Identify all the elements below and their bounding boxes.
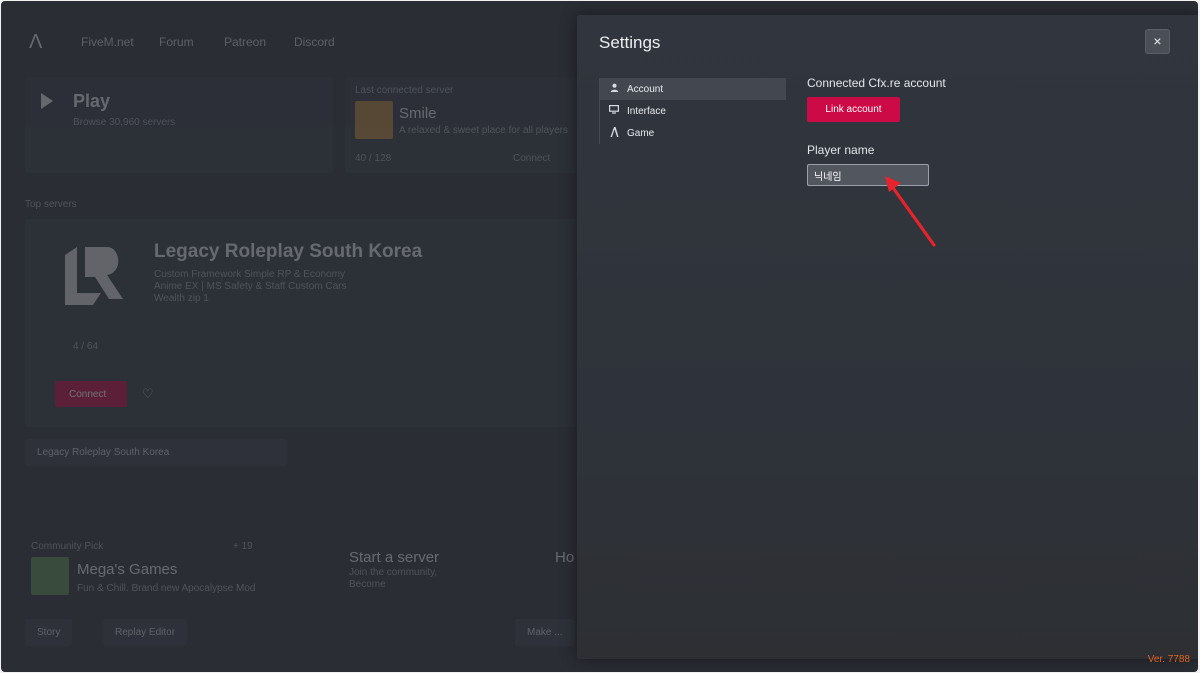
make-button[interactable]: Make ... [515, 619, 575, 646]
settings-title: Settings [599, 33, 661, 52]
start-server-desc-2: Become [349, 579, 386, 590]
tab-game[interactable]: Game [600, 122, 786, 144]
close-button[interactable]: × [1145, 29, 1170, 54]
app-logo-icon: Λ [29, 31, 43, 53]
play-card[interactable]: Play Browse 30,960 servers [25, 77, 333, 173]
top-server-desc-line-2: Anime EX | MS Safety & Staff Custom Cars [154, 281, 347, 292]
nav-link-discord[interactable]: Discord [294, 35, 335, 49]
featured-server-desc: A relaxed & sweet place for all players [399, 125, 568, 136]
top-server-desc-line-3: Wealth zip 1 [154, 293, 209, 304]
community-title: Mega's Games [77, 561, 178, 578]
featured-connect-link[interactable]: Connect [513, 153, 550, 164]
play-icon [41, 93, 53, 109]
tab-game-label: Game [627, 127, 655, 139]
host-title[interactable]: Ho [555, 549, 574, 566]
community-pick-count: + 19 [233, 541, 253, 552]
monitor-icon [604, 105, 624, 117]
featured-label: Last connected server [355, 85, 454, 96]
community-desc: Fun & Chill. Brand new Apocalypse Mod [77, 583, 256, 594]
version-label: Ver. 7788 [1147, 654, 1190, 665]
top-server-desc-line-1: Custom Framework Simple RP & Economy [154, 269, 345, 280]
featured-server-players: 40 / 128 [355, 153, 392, 164]
tab-account[interactable]: Account [600, 78, 786, 100]
server-logo-icon [65, 247, 123, 305]
settings-modal: Settings × Account Interface Game Connec… [577, 15, 1198, 659]
top-servers-label: Top servers [25, 199, 77, 210]
community-pick-label: Community Pick [31, 541, 104, 552]
link-account-button[interactable]: Link account [807, 97, 900, 122]
nav-link-patreon[interactable]: Patreon [224, 35, 266, 49]
nav-link-fivem[interactable]: FiveM.net [81, 35, 134, 49]
top-server-players: 4 / 64 [73, 341, 99, 352]
start-server-desc-1: Join the community, [349, 567, 438, 578]
app-window: Λ FiveM.net Forum Patreon Discord Play B… [1, 1, 1198, 672]
featured-server-title: Smile [399, 105, 437, 122]
tab-interface-label: Interface [627, 105, 666, 117]
story-button[interactable]: Story [25, 619, 73, 646]
top-server-title: Legacy Roleplay South Korea [154, 241, 423, 262]
connected-account-label: Connected Cfx.re account [807, 76, 946, 90]
nav-link-forum[interactable]: Forum [159, 35, 194, 49]
user-icon [604, 83, 624, 95]
featured-server-thumbnail [355, 101, 393, 139]
tab-account-label: Account [627, 83, 664, 95]
tab-interface[interactable]: Interface [600, 100, 786, 122]
game-logo-icon [604, 126, 624, 140]
replay-editor-button[interactable]: Replay Editor [103, 619, 188, 646]
community-thumbnail [31, 557, 69, 595]
top-server-connect-button[interactable]: Connect [55, 381, 127, 407]
favorite-heart-icon[interactable]: ♡ [142, 386, 154, 402]
featured-server-card[interactable]: Last connected server Smile A relaxed & … [345, 77, 585, 173]
player-name-label: Player name [807, 143, 875, 157]
pinned-server[interactable]: Legacy Roleplay South Korea [25, 439, 287, 466]
play-subtitle: Browse 30,960 servers [73, 117, 176, 128]
settings-tabs: Account Interface Game [599, 78, 786, 144]
annotation-arrow-icon [885, 176, 936, 247]
start-server-title[interactable]: Start a server [349, 549, 439, 566]
play-title: Play [73, 91, 111, 111]
